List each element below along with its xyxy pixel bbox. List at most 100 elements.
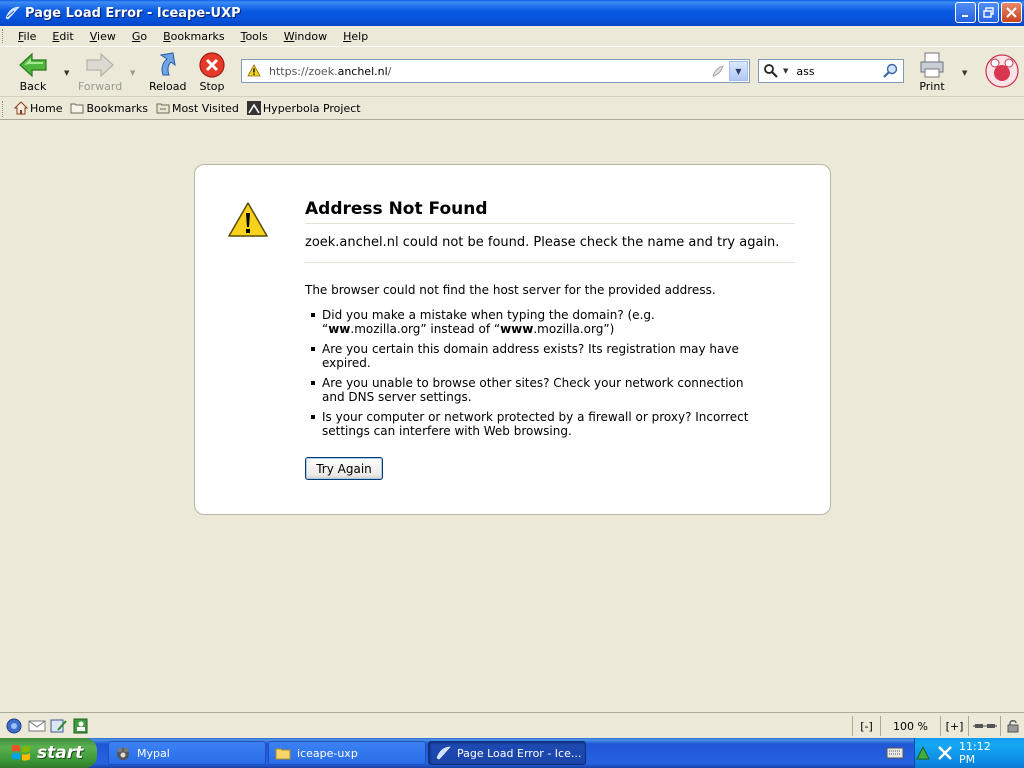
clock[interactable]: 11:12 PM — [959, 740, 1010, 766]
print-button[interactable]: Print — [916, 50, 948, 93]
mail-icon[interactable] — [28, 718, 46, 734]
back-button[interactable]: Back — [17, 50, 49, 93]
menu-bar: File Edit View Go Bookmarks Tools Window… — [0, 26, 1024, 46]
url-host: anchel.nl — [337, 64, 388, 78]
list-item: Did you make a mistake when typing the d… — [305, 308, 755, 336]
lock-icon — [1007, 720, 1018, 733]
taskbar-item-page-load-error[interactable]: Page Load Error - Ice... — [428, 741, 586, 765]
folder-icon — [70, 103, 84, 114]
url-dropdown-button[interactable]: ▼ — [729, 61, 748, 81]
minimize-button[interactable] — [955, 2, 976, 23]
search-engine-icon[interactable] — [763, 63, 779, 79]
restore-button[interactable] — [978, 2, 999, 23]
print-label: Print — [919, 80, 945, 93]
navigation-toolbar: Back ▼ Forward ▼ Reload Stop https://zoe… — [0, 46, 1024, 96]
zoom-out-button[interactable]: [-] — [852, 716, 880, 736]
browser-icon[interactable] — [6, 718, 22, 734]
forward-label: Forward — [78, 80, 123, 93]
taskbar-item-iceape-uxp-folder[interactable]: iceape-uxp — [268, 741, 426, 765]
try-again-button[interactable]: Try Again — [305, 457, 383, 480]
keyboard-icon[interactable] — [886, 746, 904, 760]
network-icon — [916, 745, 930, 760]
search-input[interactable]: ass — [796, 65, 814, 78]
bookmark-most-visited[interactable]: Most Visited — [156, 101, 239, 115]
menu-file[interactable]: File — [10, 30, 44, 43]
reload-button[interactable]: Reload — [149, 50, 186, 93]
url-prefix: https://zoek. — [269, 64, 338, 78]
minimize-icon — [961, 14, 968, 17]
error-suggestion-list: Did you make a mistake when typing the d… — [305, 308, 755, 444]
warning-icon — [228, 202, 268, 237]
composer-icon[interactable] — [50, 718, 68, 734]
iceape-icon — [436, 746, 451, 760]
online-status[interactable] — [968, 716, 1000, 736]
app-tray-icon[interactable] — [937, 745, 953, 761]
printer-icon — [920, 52, 944, 78]
list-item: Is your computer or network protected by… — [305, 410, 755, 438]
forward-button[interactable]: Forward — [78, 50, 122, 93]
bookmark-bookmarks[interactable]: Bookmarks — [70, 101, 148, 115]
back-dropdown-icon[interactable]: ▼ — [64, 69, 69, 77]
menu-window[interactable]: Window — [276, 30, 335, 43]
menu-help[interactable]: Help — [335, 30, 376, 43]
seamonkey-logo-icon[interactable] — [984, 53, 1020, 89]
menu-view[interactable]: View — [82, 30, 124, 43]
stop-button[interactable]: Stop — [196, 50, 228, 93]
error-title: Address Not Found — [305, 199, 795, 224]
window-title: Page Load Error - Iceape-UXP — [25, 5, 241, 21]
app-icon — [5, 6, 20, 20]
bookmark-hyperbola-project[interactable]: Hyperbola Project — [246, 101, 361, 115]
bookmarks-toolbar: Home Bookmarks Most Visited Hyperbola Pr… — [0, 96, 1024, 120]
taskbar-item-label: iceape-uxp — [297, 746, 358, 760]
back-arrow-icon — [19, 52, 47, 78]
network-plug-icon — [972, 724, 997, 728]
error-page-container: Address Not Found zoek.anchel.nl could n… — [194, 164, 831, 515]
zoom-in-button[interactable]: [+] — [940, 716, 968, 736]
menu-tools[interactable]: Tools — [233, 30, 276, 43]
error-short-description: zoek.anchel.nl could not be found. Pleas… — [305, 235, 795, 263]
address-book-icon[interactable] — [72, 718, 90, 734]
mypal-icon — [117, 747, 129, 760]
taskbar-item-label: Page Load Error - Ice... — [457, 746, 582, 760]
title-bar[interactable]: Page Load Error - Iceape-UXP — [0, 0, 1024, 26]
security-status[interactable] — [1000, 716, 1024, 736]
url-bar[interactable]: https://zoek.anchel.nl/ ▼ — [241, 59, 750, 83]
search-go-icon[interactable] — [883, 63, 899, 79]
feather-icon[interactable] — [711, 64, 725, 78]
network-tray-icon[interactable] — [915, 745, 931, 761]
print-dropdown-icon[interactable]: ▼ — [962, 69, 967, 77]
toolbar-grip[interactable] — [2, 101, 5, 117]
reload-label: Reload — [149, 80, 187, 93]
forward-arrow-icon — [86, 52, 115, 78]
folder-icon — [275, 748, 291, 760]
menu-edit[interactable]: Edit — [44, 30, 81, 43]
close-button[interactable] — [1001, 2, 1022, 23]
start-button[interactable]: start — [0, 738, 97, 768]
search-engine-dropdown-icon[interactable]: ▼ — [783, 67, 788, 75]
taskbar: start Mypal iceape-uxp Page Load Error -… — [0, 738, 1024, 768]
toolbar-grip[interactable] — [2, 29, 5, 43]
url-text: https://zoek.anchel.nl/ — [269, 65, 391, 78]
status-bar: [-] 100 % [+] — [0, 712, 1024, 738]
bookmark-home[interactable]: Home — [14, 101, 62, 115]
stop-icon — [199, 52, 225, 78]
windows-flag-icon — [12, 744, 30, 761]
x-tray-icon — [938, 746, 952, 760]
taskbar-item-mypal[interactable]: Mypal — [108, 741, 266, 765]
forward-dropdown-icon[interactable]: ▼ — [130, 69, 135, 77]
chevron-down-icon: ▼ — [735, 66, 742, 76]
home-icon — [14, 101, 28, 115]
back-label: Back — [19, 80, 47, 93]
error-long-description: The browser could not find the host serv… — [305, 283, 716, 297]
stop-label: Stop — [199, 80, 225, 93]
restore-icon — [983, 7, 994, 18]
system-tray: 11:12 PM — [914, 738, 1024, 768]
page-content: Address Not Found zoek.anchel.nl could n… — [0, 120, 1024, 712]
hyperbola-icon — [246, 101, 261, 115]
bookmark-most-visited-label: Most Visited — [171, 101, 239, 115]
menu-go[interactable]: Go — [124, 30, 155, 43]
reload-icon — [159, 52, 176, 76]
search-bar[interactable]: ▼ ass — [758, 59, 904, 83]
menu-bookmarks[interactable]: Bookmarks — [155, 30, 232, 43]
bookmark-hyperbola-label: Hyperbola Project — [262, 101, 361, 115]
